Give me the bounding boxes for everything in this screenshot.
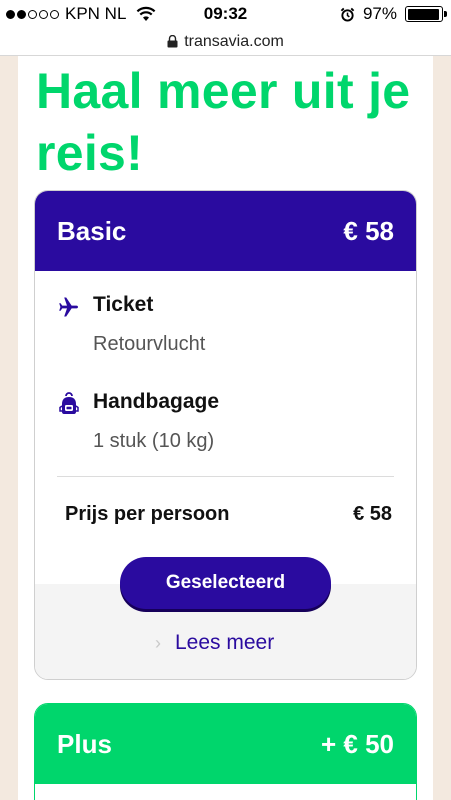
read-more-label: Lees meer: [175, 631, 275, 654]
plus-fare-card[interactable]: Plus + € 50: [34, 703, 417, 800]
battery-percent: 97%: [362, 4, 397, 23]
fare-price: + € 50: [320, 728, 394, 759]
address-bar[interactable]: transavia.com: [0, 28, 451, 56]
backpack-icon: [59, 392, 79, 414]
battery-icon: [405, 6, 447, 22]
selected-button[interactable]: Geselecteerd: [120, 557, 331, 609]
feature-subtitle: 1 stuk (10 kg): [93, 430, 215, 452]
page-headline: Haal meer uit je reis!: [36, 63, 411, 181]
fare-name: Basic: [57, 215, 127, 246]
battery-fill: [407, 8, 439, 20]
fare-price: € 58: [343, 215, 394, 246]
basic-card-header: Basic € 58: [35, 191, 416, 271]
fare-name: Plus: [57, 728, 112, 759]
plane-icon: [59, 297, 78, 317]
price-value: € 58: [353, 503, 392, 525]
read-more-link[interactable]: › Lees meer: [155, 631, 274, 655]
lock-icon: [167, 35, 178, 48]
feature-title: Ticket: [93, 293, 154, 316]
feature-subtitle: Retourvlucht: [93, 333, 206, 355]
status-bar: KPN NL 09:32 97%: [0, 0, 451, 28]
basic-fare-card: Basic € 58 Ticket Retourvlucht Handbagag…: [34, 190, 417, 680]
feature-title: Handbagage: [93, 390, 220, 413]
divider: [57, 476, 394, 477]
alarm-icon: [340, 7, 355, 22]
chevron-right-icon: ›: [155, 632, 161, 653]
url-text: transavia.com: [184, 32, 284, 50]
price-label: Prijs per persoon: [65, 503, 230, 525]
page-content: Haal meer uit je reis! Basic € 58 Ticket…: [18, 56, 433, 800]
price-per-person-row: Prijs per persoon € 58: [65, 503, 392, 526]
plus-card-header: Plus + € 50: [35, 704, 416, 784]
status-right: 97%: [340, 4, 447, 24]
